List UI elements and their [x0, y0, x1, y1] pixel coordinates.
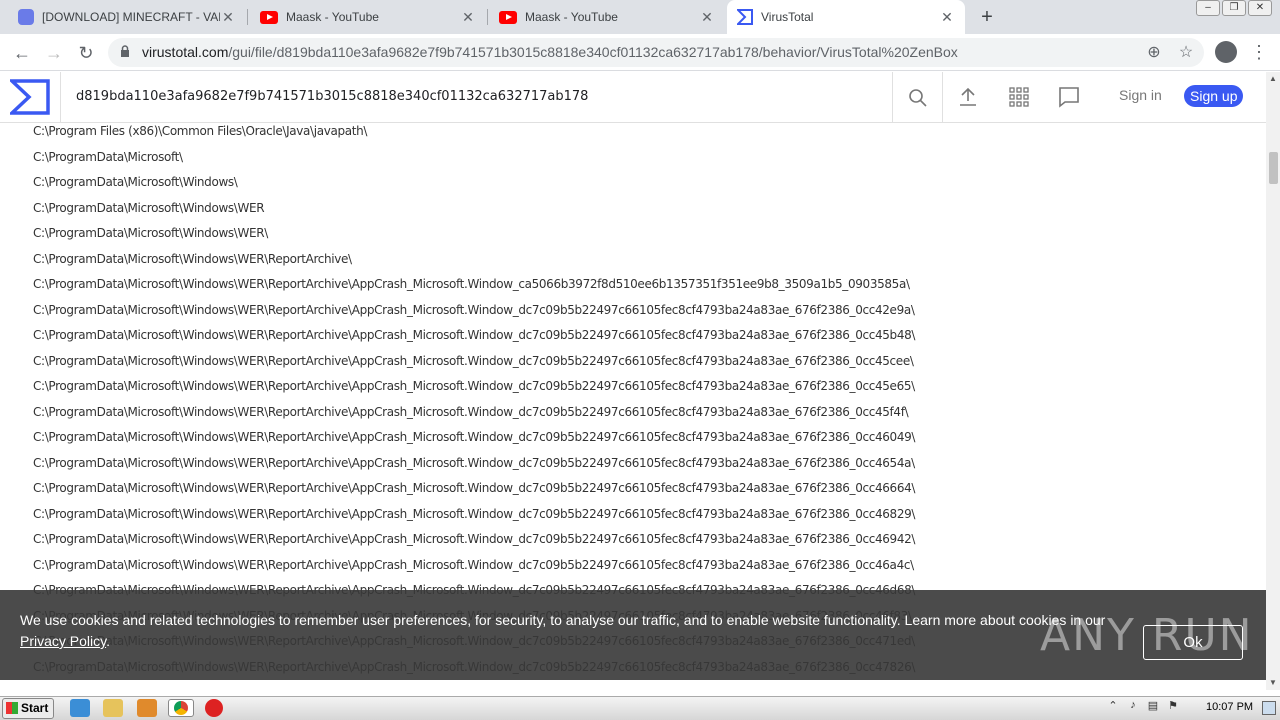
vt-header: d819bda110e3afa9682e7f9b741571b3015c8818…	[0, 72, 1266, 123]
scroll-down-icon[interactable]: ▼	[1266, 678, 1280, 690]
apps-grid-icon[interactable]	[1007, 85, 1031, 109]
virustotal-icon	[737, 9, 753, 25]
lock-icon	[121, 45, 129, 57]
file-explorer-icon[interactable]	[103, 699, 123, 717]
tab-title: [DOWNLOAD] MINECRAFT - VAPE V4	[42, 10, 220, 24]
start-label: Start	[21, 701, 49, 715]
tab-title: Maask - YouTube	[286, 10, 379, 24]
network-icon[interactable]: ▤	[1146, 699, 1160, 713]
windows-logo-icon	[6, 702, 18, 714]
file-path-row: C:\Program Files (x86)\Common Files\Orac…	[33, 124, 368, 138]
chrome-icon[interactable]	[168, 699, 194, 717]
clock[interactable]: 10:07 PM	[1206, 701, 1253, 713]
file-path-row: C:\ProgramData\Microsoft\Windows\WER\Rep…	[33, 379, 915, 393]
file-path-row: C:\ProgramData\Microsoft\Windows\WER\Rep…	[33, 481, 916, 495]
discord-icon	[18, 9, 34, 25]
file-path-row: C:\ProgramData\Microsoft\Windows\	[33, 175, 238, 189]
window-controls: ‒ ❐ ✕	[1196, 0, 1272, 18]
youtube-icon	[260, 10, 278, 24]
search-icon	[909, 89, 927, 107]
file-path-row: C:\ProgramData\Microsoft\Windows\WER\Rep…	[33, 353, 914, 368]
close-icon[interactable]: ✕	[460, 9, 476, 26]
bookmark-star-icon[interactable]: ☆	[1176, 43, 1196, 63]
privacy-policy-link[interactable]: Privacy Policy	[20, 633, 106, 649]
scroll-thumb[interactable]	[1269, 152, 1278, 184]
page-scrollbar[interactable]: ▲ ▼	[1266, 72, 1280, 690]
file-path-row: C:\ProgramData\Microsoft\Windows\WER\Rep…	[33, 302, 915, 317]
volume-icon[interactable]: ♪	[1126, 699, 1140, 713]
upload-icon[interactable]	[956, 85, 980, 109]
address-bar[interactable]: virustotal.com/gui/file/d819bda110e3afa9…	[108, 38, 1204, 67]
close-icon[interactable]: ✕	[699, 9, 715, 26]
system-tray: ⌃ ♪ ▤ ⚑	[1106, 699, 1180, 713]
show-desktop-button[interactable]	[1262, 701, 1276, 715]
restore-button[interactable]: ❐	[1222, 0, 1246, 16]
vt-logo[interactable]	[0, 72, 61, 122]
cookie-text: We use cookies and related technologies …	[20, 610, 1120, 652]
tab-separator	[247, 9, 248, 25]
taskbar: Start ⌃ ♪ ▤ ⚑ 10:07 PM	[0, 696, 1280, 720]
cookie-ok-button[interactable]: Ok	[1143, 625, 1243, 660]
chat-icon[interactable]	[1057, 85, 1081, 109]
cookie-banner: ANY RUN We use cookies and related techn…	[0, 590, 1266, 680]
media-player-icon[interactable]	[137, 699, 157, 717]
file-path-row: C:\ProgramData\Microsoft\Windows\WER\Rep…	[33, 404, 909, 419]
file-path-row: C:\ProgramData\Microsoft\Windows\WER\Rep…	[33, 328, 916, 342]
browser-toolbar: ← → ↻ virustotal.com/gui/file/d819bda110…	[0, 34, 1280, 71]
cookie-message: We use cookies and related technologies …	[20, 612, 1106, 628]
file-path-row: C:\ProgramData\Microsoft\Windows\WER\Rep…	[33, 455, 915, 470]
file-path-row: C:\ProgramData\Microsoft\Windows\WER\Rep…	[33, 557, 914, 572]
file-path-row: C:\ProgramData\Microsoft\Windows\WER\Rep…	[33, 506, 916, 521]
sign-up-button[interactable]: Sign up	[1184, 85, 1244, 107]
new-tab-button[interactable]: +	[976, 6, 998, 28]
tab-title: VirusTotal	[761, 10, 814, 24]
tab-discord[interactable]: [DOWNLOAD] MINECRAFT - VAPE V4 ✕	[8, 0, 246, 34]
close-icon[interactable]: ✕	[220, 9, 236, 26]
minimize-button[interactable]: ‒	[1196, 0, 1220, 16]
file-path-row: C:\ProgramData\Microsoft\Windows\WER\	[33, 226, 268, 240]
file-path-row: C:\ProgramData\Microsoft\	[33, 149, 183, 164]
tab-youtube-2[interactable]: Maask - YouTube ✕	[489, 0, 725, 34]
url-text: virustotal.com/gui/file/d819bda110e3afa9…	[142, 44, 958, 60]
cookie-suffix: .	[106, 633, 110, 649]
file-path-row: C:\ProgramData\Microsoft\Windows\WER\Rep…	[33, 430, 916, 444]
search-button[interactable]	[892, 72, 943, 122]
search-input[interactable]: d819bda110e3afa9682e7f9b741571b3015c8818…	[76, 89, 588, 104]
reload-icon[interactable]: ↻	[74, 41, 98, 65]
chrome-logo	[174, 701, 188, 715]
forward-icon[interactable]: →	[42, 41, 66, 65]
file-path-row: C:\ProgramData\Microsoft\Windows\WER\Rep…	[33, 251, 352, 266]
tab-virustotal[interactable]: VirusTotal ✕	[727, 0, 965, 34]
tab-separator	[487, 9, 488, 25]
account-icon[interactable]	[1215, 41, 1237, 63]
action-center-flag-icon[interactable]: ⚑	[1166, 699, 1180, 713]
tab-youtube-1[interactable]: Maask - YouTube ✕	[250, 0, 486, 34]
close-window-button[interactable]: ✕	[1248, 0, 1272, 16]
virustotal-logo-icon	[10, 79, 50, 115]
sign-in-link[interactable]: Sign in	[1119, 87, 1162, 103]
tray-expand-icon[interactable]: ⌃	[1106, 699, 1120, 713]
youtube-icon	[499, 10, 517, 24]
tab-title: Maask - YouTube	[525, 10, 618, 24]
file-path-row: C:\ProgramData\Microsoft\Windows\WER	[33, 200, 265, 215]
start-button[interactable]: Start	[2, 698, 54, 719]
tab-strip: [DOWNLOAD] MINECRAFT - VAPE V4 ✕ Maask -…	[0, 0, 1280, 34]
menu-icon[interactable]: ⋮	[1250, 41, 1268, 63]
file-path-row: C:\ProgramData\Microsoft\Windows\WER\Rep…	[33, 532, 916, 546]
internet-explorer-icon[interactable]	[70, 699, 90, 717]
url-host: virustotal.com	[142, 44, 229, 60]
close-icon[interactable]: ✕	[939, 9, 955, 26]
file-path-row: C:\ProgramData\Microsoft\Windows\WER\Rep…	[33, 277, 910, 291]
url-path: /gui/file/d819bda110e3afa9682e7f9b741571…	[228, 44, 958, 60]
install-icon[interactable]: ⊕	[1144, 43, 1164, 63]
back-icon[interactable]: ←	[10, 41, 34, 65]
scroll-up-icon[interactable]: ▲	[1266, 74, 1280, 86]
antivirus-icon[interactable]	[205, 699, 223, 717]
